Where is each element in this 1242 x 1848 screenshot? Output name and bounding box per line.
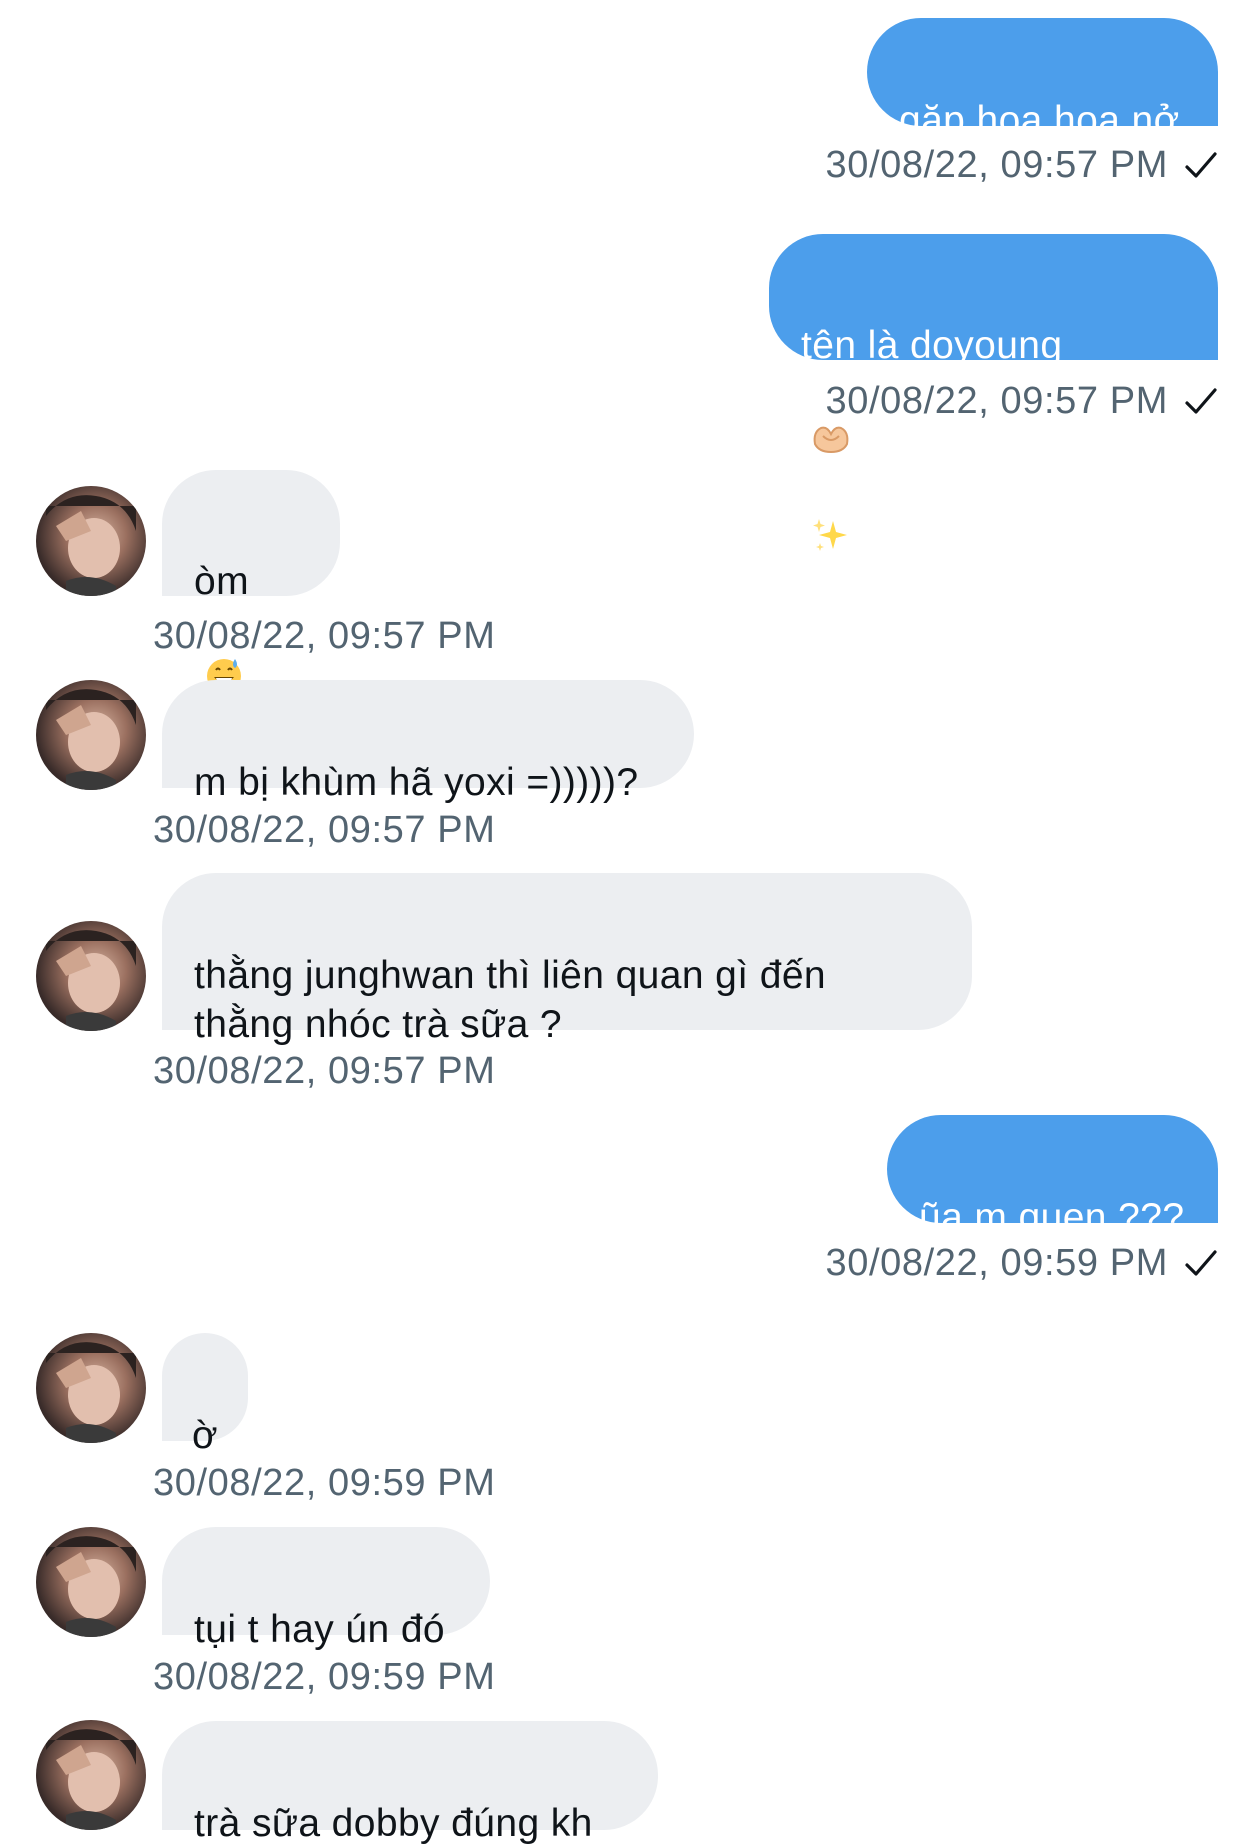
message-timestamp: 30/08/22, 09:59 PM — [826, 1241, 1218, 1285]
dm-conversation: gặp hoa hoa nở 30/08/22, 09:57 PM tên là… — [0, 0, 1242, 1845]
incoming-message-bubble[interactable]: tụi t hay ún đó — [162, 1527, 490, 1651]
message-timestamp: 30/08/22, 09:57 PM — [153, 615, 496, 657]
message-timestamp: 30/08/22, 09:57 PM — [826, 143, 1218, 187]
message-text: tên là doyoung — [801, 324, 1063, 367]
message-text: thằng junghwan thì liên quan gì đến thằn… — [194, 954, 827, 1046]
sender-avatar[interactable] — [36, 921, 146, 1031]
message-timestamp: 30/08/22, 09:57 PM — [826, 379, 1218, 423]
message-timestamp: 30/08/22, 09:59 PM — [153, 1656, 496, 1698]
incoming-message-bubble[interactable]: òm — [162, 470, 340, 693]
message-text: gặp hoa hoa nở — [899, 99, 1180, 142]
message-timestamp: 30/08/22, 09:57 PM — [153, 1050, 496, 1092]
sender-avatar[interactable] — [36, 1720, 146, 1830]
message-text: ờ — [192, 1414, 218, 1457]
outgoing-message-bubble[interactable]: ũa m quen ??? — [887, 1115, 1218, 1239]
sender-avatar[interactable] — [36, 1527, 146, 1637]
message-text: tụi t hay ún đó — [194, 1608, 446, 1651]
seen-check-icon — [1184, 1241, 1218, 1285]
message-timestamp: 30/08/22, 09:59 PM — [153, 1462, 496, 1504]
message-text: m bị khùm hã yoxi =)))))? — [194, 761, 639, 804]
outgoing-message-bubble[interactable]: tên là doyoung — [769, 234, 1218, 551]
timestamp-text: 30/08/22, 09:59 PM — [825, 1242, 1168, 1284]
sender-avatar[interactable] — [36, 486, 146, 596]
outgoing-message-bubble[interactable]: gặp hoa hoa nở — [867, 18, 1218, 142]
sparkles-icon — [811, 468, 849, 567]
sender-avatar[interactable] — [36, 1333, 146, 1443]
seen-check-icon — [1184, 143, 1218, 187]
timestamp-text: 30/08/22, 09:57 PM — [825, 144, 1168, 186]
message-timestamp: 30/08/22, 09:57 PM — [153, 809, 496, 851]
message-text: trà sữa dobby đúng kh — [194, 1802, 593, 1845]
message-text: ũa m quen ??? — [919, 1196, 1185, 1239]
incoming-message-bubble[interactable]: ờ — [162, 1333, 248, 1457]
seen-check-icon — [1184, 379, 1218, 423]
incoming-message-bubble[interactable]: trà sữa dobby đúng kh — [162, 1721, 658, 1845]
timestamp-text: 30/08/22, 09:57 PM — [825, 380, 1168, 422]
message-text: òm — [194, 560, 249, 603]
incoming-message-bubble[interactable]: thằng junghwan thì liên quan gì đến thằn… — [162, 873, 972, 1046]
incoming-message-bubble[interactable]: m bị khùm hã yoxi =)))))? — [162, 680, 694, 804]
sender-avatar[interactable] — [36, 680, 146, 790]
